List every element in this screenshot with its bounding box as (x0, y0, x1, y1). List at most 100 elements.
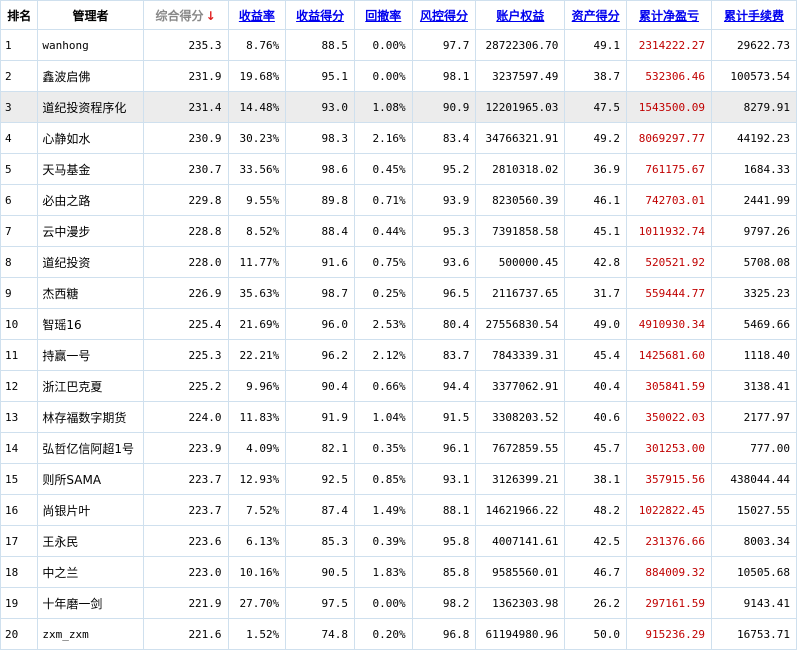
cell-manager: 云中漫步 (37, 215, 144, 247)
cell-total-fees: 8003.34 (710, 525, 797, 557)
cell-asset-score: 45.7 (564, 432, 628, 464)
cell-drawdown-rate: 1.08% (353, 91, 413, 123)
cell-net-profit: 742703.01 (626, 184, 712, 216)
cell-manager: 十年磨一剑 (37, 587, 144, 619)
header-return-score-label: 收益得分 (296, 8, 345, 23)
header-drawdown-rate[interactable]: 回撤率 (353, 0, 413, 30)
cell-overall-score: 225.3 (142, 339, 229, 371)
cell-manager: 道纪投资 (37, 246, 144, 278)
cell-drawdown-rate: 0.00% (353, 29, 413, 61)
cell-net-profit: 520521.92 (626, 246, 712, 278)
cell-net-profit: 8069297.77 (626, 122, 712, 154)
header-overall-score[interactable]: 综合得分 ↓ (142, 0, 229, 30)
cell-return-score: 93.0 (285, 91, 355, 123)
cell-drawdown-rate: 0.71% (353, 184, 413, 216)
cell-asset-score: 40.6 (564, 401, 628, 433)
cell-overall-score: 225.2 (142, 370, 229, 402)
cell-account-equity: 27556830.54 (475, 308, 566, 340)
cell-account-equity: 14621966.22 (475, 494, 566, 526)
cell-total-fees: 777.00 (710, 432, 797, 464)
cell-rank: 17 (0, 525, 39, 557)
cell-return-rate: 30.23% (227, 122, 287, 154)
header-account-equity[interactable]: 账户权益 (475, 0, 566, 30)
table-row: 7 云中漫步 228.8 8.52% 88.4 0.44% 95.3 7391858.58 45… (0, 215, 797, 247)
cell-rank: 14 (0, 432, 39, 464)
cell-risk-score: 93.1 (411, 463, 477, 495)
cell-risk-score: 83.7 (411, 339, 477, 371)
cell-drawdown-rate: 0.66% (353, 370, 413, 402)
header-return-score[interactable]: 收益得分 (285, 0, 355, 30)
cell-overall-score: 226.9 (142, 277, 229, 309)
cell-rank: 3 (0, 91, 39, 123)
table-row: 5 天马基金 230.7 33.56% 98.6 0.45% 95.2 2810318.02 3… (0, 153, 797, 185)
cell-return-score: 97.5 (285, 587, 355, 619)
header-manager-label: 管理者 (72, 8, 109, 23)
table-row: 16 尚银片叶 223.7 7.52% 87.4 1.49% 88.1 14621966.22… (0, 494, 797, 526)
cell-return-rate: 9.55% (227, 184, 287, 216)
header-return-rate[interactable]: 收益率 (227, 0, 287, 30)
cell-asset-score: 46.1 (564, 184, 628, 216)
cell-total-fees: 2177.97 (710, 401, 797, 433)
cell-account-equity: 7391858.58 (475, 215, 566, 247)
table-row: 20 zxm_zxm 221.6 1.52% 74.8 0.20% 96.8 61194980… (0, 618, 797, 650)
cell-drawdown-rate: 0.39% (353, 525, 413, 557)
header-row: 排名 管理者 综合得分 ↓ 收益率 收益得分 回撤率 风控得分 账户权益 资产得分 累计净盈亏 累计手… (0, 0, 797, 30)
cell-total-fees: 438044.44 (710, 463, 797, 495)
table-row: 3 道纪投资程序化 231.4 14.48% 93.0 1.08% 90.9 12201965… (0, 91, 797, 123)
header-net-profit[interactable]: 累计净盈亏 (626, 0, 712, 30)
cell-overall-score: 221.9 (142, 587, 229, 619)
cell-asset-score: 26.2 (564, 587, 628, 619)
cell-account-equity: 28722306.70 (475, 29, 566, 61)
header-risk-score[interactable]: 风控得分 (411, 0, 477, 30)
cell-return-rate: 9.96% (227, 370, 287, 402)
cell-risk-score: 91.5 (411, 401, 477, 433)
cell-overall-score: 228.8 (142, 215, 229, 247)
cell-manager: 鑫波启佛 (37, 60, 144, 92)
cell-asset-score: 38.1 (564, 463, 628, 495)
cell-net-profit: 305841.59 (626, 370, 712, 402)
cell-risk-score: 90.9 (411, 91, 477, 123)
cell-account-equity: 12201965.03 (475, 91, 566, 123)
cell-rank: 10 (0, 308, 39, 340)
cell-overall-score: 228.0 (142, 246, 229, 278)
header-return-rate-label: 收益率 (238, 8, 275, 23)
cell-overall-score: 223.7 (142, 494, 229, 526)
cell-risk-score: 97.7 (411, 29, 477, 61)
cell-drawdown-rate: 0.35% (353, 432, 413, 464)
table-row: 6 必由之路 229.8 9.55% 89.8 0.71% 93.9 8230560.39 46… (0, 184, 797, 216)
cell-risk-score: 98.1 (411, 60, 477, 92)
header-asset-score[interactable]: 资产得分 (564, 0, 628, 30)
cell-manager: wanhong (37, 29, 144, 61)
cell-risk-score: 94.4 (411, 370, 477, 402)
cell-manager: 必由之路 (37, 184, 144, 216)
cell-return-score: 96.0 (285, 308, 355, 340)
cell-return-rate: 8.52% (227, 215, 287, 247)
cell-return-rate: 27.70% (227, 587, 287, 619)
table-row: 12 浙江巴克夏 225.2 9.96% 90.4 0.66% 94.4 3377062.91… (0, 370, 797, 402)
cell-total-fees: 44192.23 (710, 122, 797, 154)
cell-drawdown-rate: 2.16% (353, 122, 413, 154)
cell-return-rate: 19.68% (227, 60, 287, 92)
cell-net-profit: 357915.56 (626, 463, 712, 495)
cell-return-score: 88.5 (285, 29, 355, 61)
sort-desc-icon[interactable]: ↓ (206, 9, 216, 23)
table-row: 9 杰西糖 226.9 35.63% 98.7 0.25% 96.5 2116737.65 31… (0, 277, 797, 309)
cell-rank: 11 (0, 339, 39, 371)
cell-net-profit: 915236.29 (626, 618, 712, 650)
cell-overall-score: 225.4 (142, 308, 229, 340)
table-row: 1 wanhong 235.3 8.76% 88.5 0.00% 97.7 28722306.… (0, 29, 797, 61)
cell-asset-score: 31.7 (564, 277, 628, 309)
cell-account-equity: 3126399.21 (475, 463, 566, 495)
header-total-fees[interactable]: 累计手续费 (710, 0, 797, 30)
cell-overall-score: 224.0 (142, 401, 229, 433)
cell-rank: 4 (0, 122, 39, 154)
cell-total-fees: 16753.71 (710, 618, 797, 650)
cell-risk-score: 85.8 (411, 556, 477, 588)
cell-total-fees: 5708.08 (710, 246, 797, 278)
cell-manager: 王永民 (37, 525, 144, 557)
cell-rank: 8 (0, 246, 39, 278)
cell-drawdown-rate: 2.53% (353, 308, 413, 340)
cell-total-fees: 1684.33 (710, 153, 797, 185)
cell-overall-score: 221.6 (142, 618, 229, 650)
cell-total-fees: 2441.99 (710, 184, 797, 216)
